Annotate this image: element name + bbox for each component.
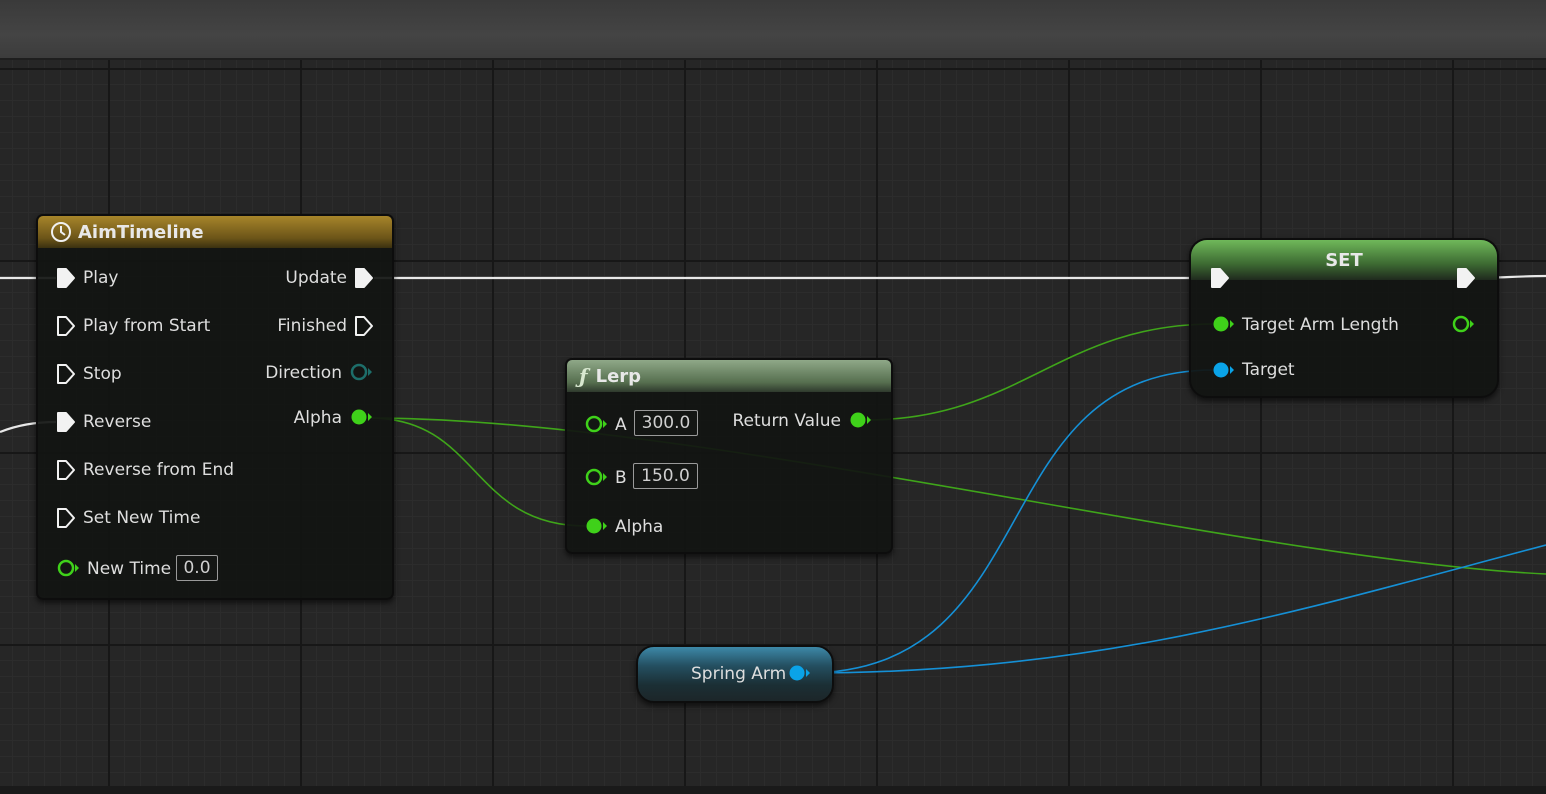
set-node-header[interactable]: SET bbox=[1191, 240, 1497, 280]
pin-label-direction: Direction bbox=[265, 363, 342, 383]
exec-pin-update[interactable] bbox=[354, 267, 374, 289]
object-pin-spring-arm[interactable] bbox=[786, 663, 812, 683]
pin-label-b: B bbox=[615, 468, 627, 488]
pin-label-target-arm-length: Target Arm Length bbox=[1242, 315, 1399, 335]
exec-pin-set-in[interactable] bbox=[1210, 267, 1230, 289]
exec-pin-reverse-from-end[interactable] bbox=[56, 459, 76, 481]
pin-label-play: Play bbox=[83, 268, 119, 288]
pin-label-update: Update bbox=[285, 268, 347, 288]
float-pin-new-time[interactable] bbox=[56, 558, 80, 578]
timeline-node-header[interactable]: AimTimeline bbox=[38, 216, 392, 248]
set-node-title: SET bbox=[1325, 249, 1363, 271]
function-icon: ƒ bbox=[579, 364, 588, 388]
pin-label-lerp-alpha: Alpha bbox=[615, 517, 664, 537]
pin-label-alpha: Alpha bbox=[293, 408, 342, 428]
float-pin-a[interactable] bbox=[584, 414, 608, 434]
struct-pin-direction[interactable] bbox=[348, 362, 374, 382]
pin-label-stop: Stop bbox=[83, 364, 122, 384]
pin-label-play-from-start: Play from Start bbox=[83, 316, 211, 336]
float-pin-lerp-alpha[interactable] bbox=[584, 516, 608, 536]
object-pin-target[interactable] bbox=[1210, 360, 1236, 380]
pin-label-new-time: New Time bbox=[87, 559, 172, 579]
pin-label-target: Target bbox=[1242, 360, 1295, 380]
pin-label-reverse: Reverse bbox=[83, 412, 152, 432]
graph-toolbar bbox=[0, 0, 1546, 60]
pin-label-a: A bbox=[615, 415, 627, 435]
pin-label-set-new-time: Set New Time bbox=[83, 508, 201, 528]
lerp-node-title: Lerp bbox=[595, 365, 642, 387]
exec-pin-reverse[interactable] bbox=[56, 411, 76, 433]
float-pin-target-arm-length[interactable] bbox=[1210, 314, 1236, 334]
float-pin-b[interactable] bbox=[584, 467, 608, 487]
float-pin-return-value[interactable] bbox=[847, 410, 873, 430]
float-pin-target-arm-length-out[interactable] bbox=[1450, 314, 1476, 334]
a-value-input[interactable]: 300.0 bbox=[634, 410, 698, 436]
exec-pin-finished[interactable] bbox=[354, 315, 374, 337]
float-pin-alpha-out[interactable] bbox=[348, 407, 374, 427]
exec-pin-play[interactable] bbox=[56, 267, 76, 289]
exec-pin-stop[interactable] bbox=[56, 363, 76, 385]
pin-label-reverse-from-end: Reverse from End bbox=[83, 460, 235, 480]
exec-pin-set-new-time[interactable] bbox=[56, 507, 76, 529]
spring-arm-label: Spring Arm bbox=[691, 664, 787, 684]
clock-icon bbox=[51, 222, 71, 242]
pin-label-finished: Finished bbox=[277, 316, 347, 336]
graph-bottom-bar bbox=[0, 786, 1546, 794]
lerp-node-header[interactable]: ƒ Lerp bbox=[567, 360, 891, 392]
pin-label-return-value: Return Value bbox=[732, 411, 842, 431]
new-time-input[interactable]: 0.0 bbox=[176, 555, 218, 581]
timeline-node-title: AimTimeline bbox=[78, 221, 204, 243]
b-value-input[interactable]: 150.0 bbox=[633, 463, 698, 489]
exec-pin-play-from-start[interactable] bbox=[56, 315, 76, 337]
exec-pin-set-out[interactable] bbox=[1456, 267, 1476, 289]
